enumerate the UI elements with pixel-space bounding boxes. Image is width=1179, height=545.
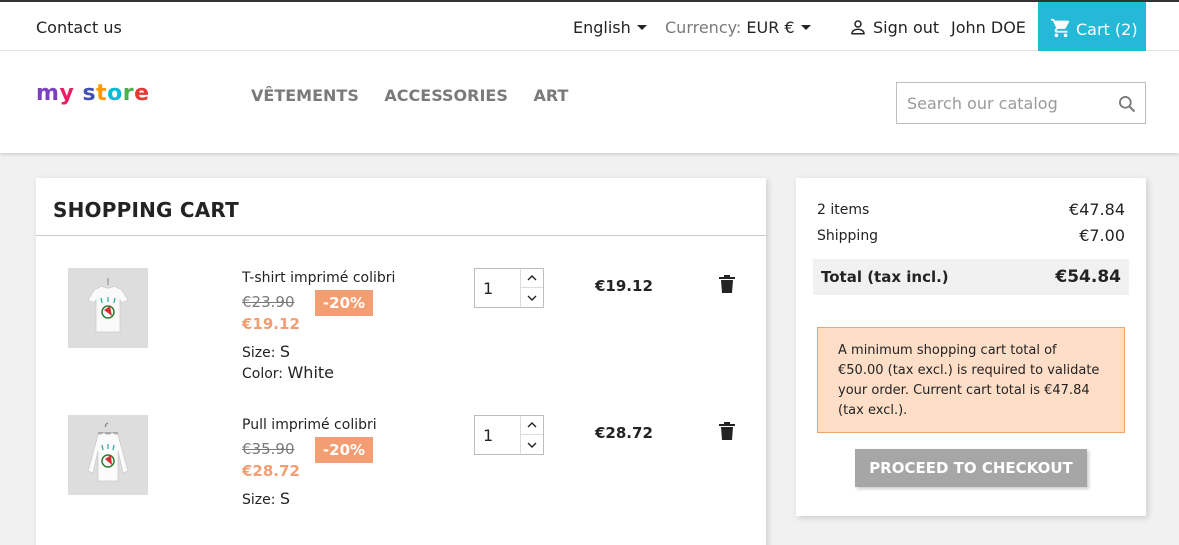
currency-selector[interactable]: Currency: EUR € <box>665 18 811 37</box>
user-name-link[interactable]: John DOE <box>951 18 1026 37</box>
search-input[interactable] <box>897 83 1097 123</box>
summary-total-row: Total (tax incl.) €54.84 <box>813 259 1129 295</box>
increase-quantity-button[interactable] <box>521 269 543 288</box>
main-header: my store VÊTEMENTS ACCESSORIES ART <box>0 51 1179 153</box>
attribute-label: Size: <box>242 345 276 361</box>
attribute-label: Size: <box>242 492 276 508</box>
store-logo[interactable]: my store <box>36 81 150 106</box>
product-price: €28.72 <box>242 462 300 480</box>
search-box <box>896 82 1146 124</box>
user-icon <box>851 20 865 35</box>
decrease-quantity-button[interactable] <box>521 288 543 307</box>
chevron-down-icon <box>636 24 647 30</box>
language-value: English <box>573 18 631 37</box>
search-icon[interactable] <box>1117 94 1137 114</box>
proceed-to-checkout-button[interactable]: PROCEED TO CHECKOUT <box>855 449 1087 487</box>
summary-items-label: 2 items <box>817 202 870 218</box>
regular-price: €23.90 <box>242 293 295 311</box>
regular-price: €35.90 <box>242 440 295 458</box>
product-price: €19.12 <box>242 315 300 333</box>
main-nav: VÊTEMENTS ACCESSORIES ART <box>251 86 588 105</box>
shopping-cart-panel: SHOPPING CART T-shirt imprimé colibri €2… <box>36 178 766 545</box>
increase-quantity-button[interactable] <box>521 416 543 435</box>
line-total: €28.72 <box>595 424 653 442</box>
product-image[interactable] <box>68 415 148 495</box>
quantity-input[interactable] <box>475 269 521 307</box>
discount-badge: -20% <box>315 290 373 316</box>
product-attribute-size: Size: S <box>242 489 290 508</box>
product-attribute-size: Size: S <box>242 342 290 361</box>
chevron-down-icon <box>800 24 811 30</box>
quantity-spinner <box>520 269 543 307</box>
delete-icon[interactable] <box>719 422 735 440</box>
chevron-up-icon <box>527 422 537 428</box>
attribute-value: S <box>279 489 291 508</box>
decrease-quantity-button[interactable] <box>521 435 543 454</box>
attribute-value: S <box>279 342 291 361</box>
product-image[interactable] <box>68 268 148 348</box>
delete-icon[interactable] <box>719 275 735 293</box>
summary-shipping-value: €7.00 <box>1079 226 1125 245</box>
language-selector[interactable]: English <box>573 18 647 37</box>
cart-label: Cart (2) <box>1076 20 1138 39</box>
chevron-down-icon <box>527 295 537 301</box>
page-title: SHOPPING CART <box>53 198 239 222</box>
cart-summary: 2 items €47.84 Shipping €7.00 Total (tax… <box>796 178 1146 516</box>
summary-items-row: 2 items €47.84 <box>817 200 1125 219</box>
currency-value: EUR € <box>746 18 795 37</box>
summary-items-value: €47.84 <box>1069 200 1125 219</box>
product-attribute-color: Color: White <box>242 363 334 382</box>
quantity-input[interactable] <box>475 416 521 454</box>
summary-shipping-label: Shipping <box>817 228 879 244</box>
contact-us-link[interactable]: Contact us <box>36 18 122 37</box>
sign-out-link[interactable]: Sign out <box>849 18 939 37</box>
summary-total-value: €54.84 <box>1055 267 1121 287</box>
line-total: €19.12 <box>595 277 653 295</box>
quantity-spinner <box>520 416 543 454</box>
nav-item-art[interactable]: ART <box>533 86 568 105</box>
attribute-label: Color: <box>242 366 284 382</box>
chevron-up-icon <box>527 275 537 281</box>
summary-total-label: Total (tax incl.) <box>821 268 949 286</box>
divider <box>36 235 766 236</box>
nav-item-accessories[interactable]: ACCESSORIES <box>384 86 507 105</box>
nav-item-vetements[interactable]: VÊTEMENTS <box>251 86 359 105</box>
top-bar: Contact us English Currency: EUR € Sign … <box>0 0 1179 51</box>
summary-shipping-row: Shipping €7.00 <box>817 226 1125 245</box>
product-name-link[interactable]: T-shirt imprimé colibri <box>242 270 395 286</box>
cart-button[interactable]: Cart (2) <box>1038 2 1146 51</box>
attribute-value: White <box>287 363 335 382</box>
product-name-link[interactable]: Pull imprimé colibri <box>242 417 377 433</box>
quantity-stepper <box>474 268 544 308</box>
quantity-stepper <box>474 415 544 455</box>
currency-label: Currency: <box>665 18 742 37</box>
sign-out-label: Sign out <box>873 18 940 37</box>
discount-badge: -20% <box>315 437 373 463</box>
cart-icon <box>1050 18 1070 38</box>
chevron-down-icon <box>527 442 537 448</box>
minimum-order-alert: A minimum shopping cart total of €50.00 … <box>817 327 1125 433</box>
